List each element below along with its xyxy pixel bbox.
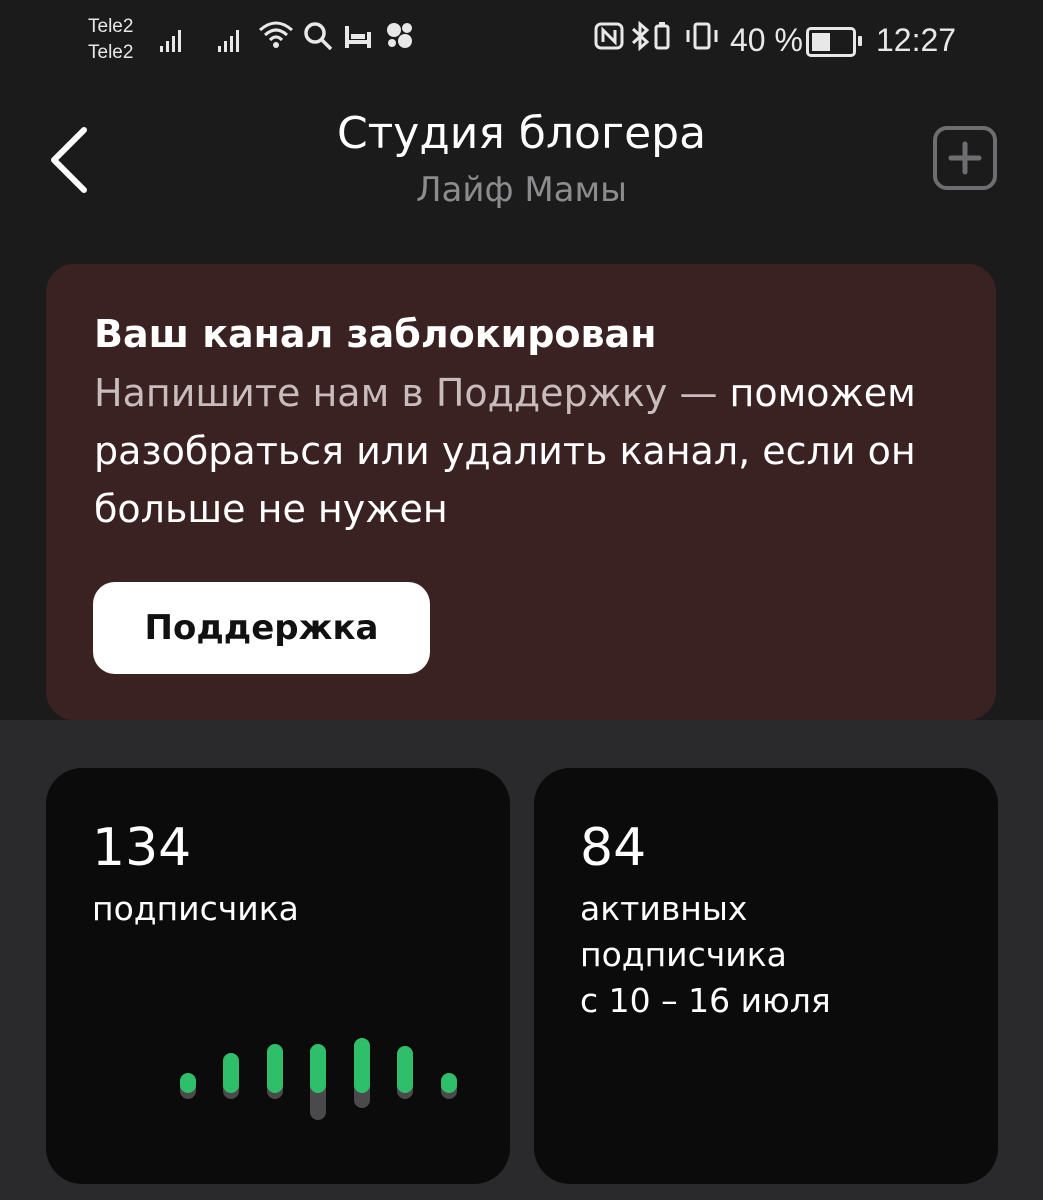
search-icon [302, 20, 334, 63]
status-bar: Tele2 Tele2 40 % 12:27 [0, 0, 1043, 90]
signal-icon [218, 28, 239, 52]
subscribers-card[interactable]: 134 подписчика [46, 768, 510, 1184]
carriers: Tele2 Tele2 [88, 14, 133, 66]
battery-percent: 40 % [730, 22, 803, 58]
vibrate-icon [682, 20, 722, 63]
active-subscribers-label: активных подписчика с 10 – 16 июля [580, 886, 960, 1024]
battery-icon [806, 27, 862, 57]
add-button[interactable] [933, 126, 997, 190]
bluetooth-icon [630, 20, 652, 63]
signal-icon [160, 28, 181, 52]
plus-icon [948, 141, 982, 175]
clock: 12:27 [876, 22, 957, 58]
nfc-icon [594, 20, 624, 63]
battery-level [812, 33, 830, 51]
carrier-1: Tele2 [88, 16, 134, 37]
carrier-2: Tele2 [88, 42, 134, 63]
battery-small-icon [654, 20, 670, 63]
blocked-message: Напишите нам в Поддержку — поможем разоб… [94, 364, 924, 538]
active-subscribers-count: 84 [580, 818, 647, 878]
subscribers-sparkline [180, 1038, 457, 1120]
sparkline-bar [441, 1073, 457, 1099]
support-button[interactable]: Поддержка [93, 582, 430, 674]
blocked-message-muted: Напишите нам в Поддержку — [94, 371, 718, 415]
active-label-line2: подписчика [580, 935, 787, 974]
sparkline-bar [310, 1044, 326, 1120]
sparkline-bar [354, 1038, 370, 1108]
sparkline-bar [397, 1046, 413, 1099]
bed-icon [342, 20, 374, 61]
sparkline-bar [267, 1044, 283, 1099]
active-period: с 10 – 16 июля [580, 981, 831, 1020]
blocked-title: Ваш канал заблокирован [94, 312, 657, 356]
sparkline-bar [180, 1073, 196, 1099]
sparkline-bar [223, 1053, 239, 1099]
app-icon [384, 20, 416, 61]
page-title: Студия блогера [336, 108, 707, 159]
active-label-line1: активных [580, 889, 748, 928]
wifi-icon [258, 20, 294, 61]
active-subscribers-card[interactable]: 84 активных подписчика с 10 – 16 июля [534, 768, 998, 1184]
page-subtitle: Лайф Мамы [415, 170, 628, 210]
blocked-channel-card: Ваш канал заблокирован Напишите нам в По… [46, 264, 996, 720]
